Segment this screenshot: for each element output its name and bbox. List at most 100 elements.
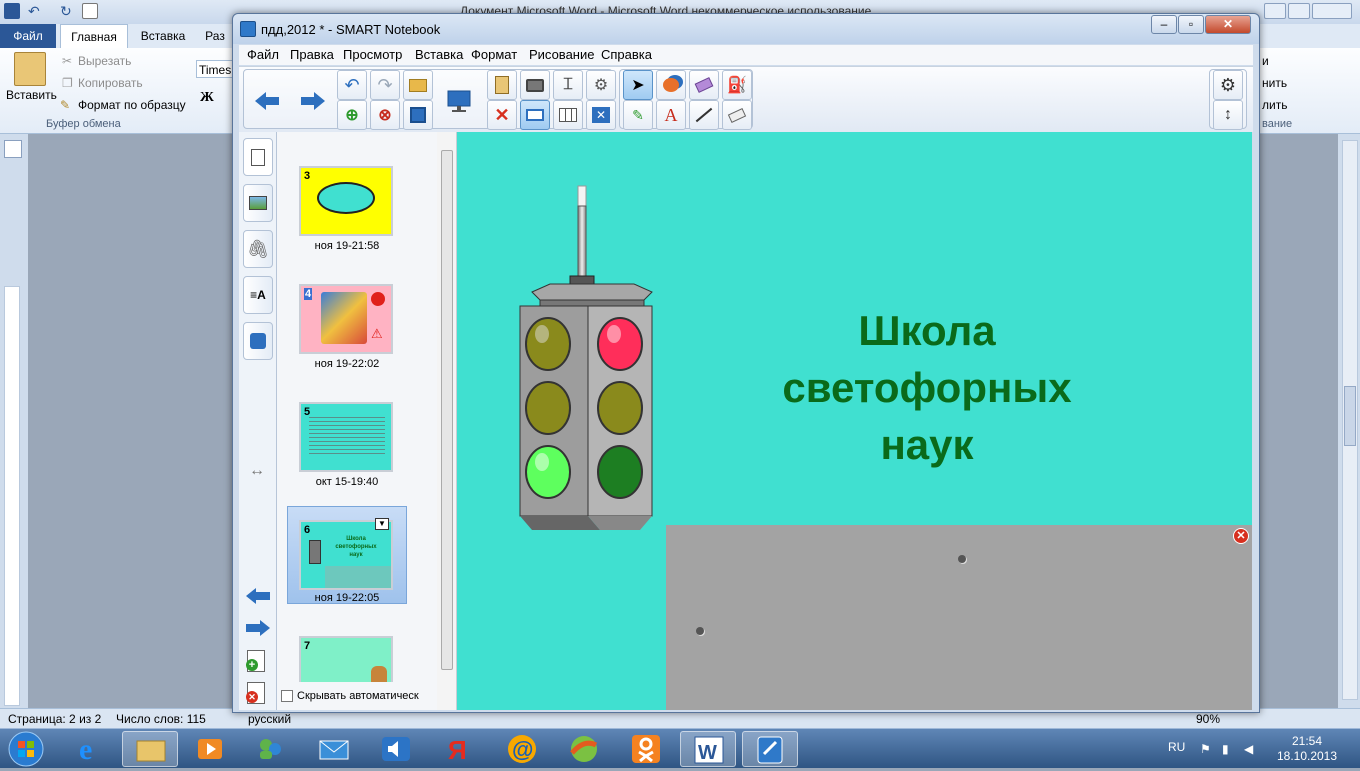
previous-page-button[interactable] (249, 83, 285, 119)
pens-tool-button[interactable]: ✎ (623, 100, 653, 130)
addons-tab[interactable] (243, 322, 273, 360)
word-app-icon[interactable] (4, 3, 20, 19)
page-thumbnail-6[interactable]: 6 Школа светофорных наук (299, 520, 393, 590)
tray-volume-icon[interactable]: ◀ (1244, 742, 1253, 756)
delete-button[interactable]: ✕ (487, 100, 517, 130)
word-close-button[interactable] (1312, 3, 1352, 19)
resize-arrows-icon[interactable]: ↔ (249, 462, 265, 480)
cut-button[interactable]: Вырезать (78, 54, 131, 68)
tray-clock[interactable]: 21:54 18.10.2013 (1272, 734, 1342, 764)
menu-format[interactable]: Формат (471, 47, 517, 62)
fill-tool-button[interactable]: ⛽ (722, 70, 752, 100)
attachments-tab[interactable]: 🖇 (243, 230, 273, 268)
open-file-button[interactable] (403, 70, 433, 100)
gallery-tab[interactable] (243, 184, 273, 222)
paste-tool-button[interactable] (487, 70, 517, 100)
word-scroll-thumb[interactable] (1344, 386, 1356, 446)
notebook-maximize-button[interactable]: ▫ (1178, 15, 1204, 34)
slide-canvas[interactable]: Школа светофорных наук ✕ (457, 132, 1252, 710)
paste-icon[interactable] (14, 52, 46, 86)
shade-close-icon[interactable]: ✕ (1233, 528, 1249, 544)
status-page[interactable]: Страница: 2 из 2 (8, 712, 101, 726)
next-page-button[interactable] (295, 83, 331, 119)
show-hide-shade-button[interactable] (520, 100, 550, 130)
measurement-tools-button[interactable]: ⚙ (586, 70, 616, 100)
autohide-checkbox[interactable] (281, 690, 293, 702)
shapes-tool-button[interactable] (656, 70, 686, 100)
mailru-taskbar-icon[interactable]: @ (494, 731, 550, 767)
word-vertical-scrollbar[interactable] (1342, 140, 1358, 700)
screen-shade[interactable] (666, 525, 1252, 710)
shade-handle-top[interactable] (958, 555, 966, 563)
tab-insert[interactable]: Вставка (130, 24, 196, 48)
select-tool-button[interactable]: ➤ (623, 70, 653, 100)
properties-tab[interactable]: ≡A (243, 276, 273, 314)
fullscreen-button[interactable] (439, 81, 479, 121)
redo-button[interactable]: ↷ (370, 70, 400, 100)
menu-help[interactable]: Справка (601, 47, 652, 62)
bold-button[interactable]: Ж (200, 90, 214, 106)
paste-button[interactable]: Вставить (6, 88, 57, 102)
text-tool-button[interactable]: A (656, 100, 686, 130)
word-taskbar-icon[interactable]: W (680, 731, 736, 767)
copy-button[interactable]: Копировать (78, 76, 143, 90)
insert-table-button[interactable] (553, 100, 583, 130)
menu-view[interactable]: Просмотр (343, 47, 402, 62)
ie-taskbar-icon[interactable]: e (62, 731, 118, 767)
sorter-previous-button[interactable] (245, 586, 271, 609)
line-tool-button[interactable] (689, 100, 719, 130)
start-button[interactable] (2, 730, 52, 768)
redo-icon[interactable]: ↻ (60, 3, 76, 19)
page-sorter-tab[interactable] (243, 138, 273, 176)
tab-home[interactable]: Главная (60, 24, 128, 48)
sound-taskbar-icon[interactable] (368, 731, 424, 767)
quick-print-icon[interactable] (82, 3, 98, 19)
notebook-minimize-button[interactable]: – (1151, 15, 1177, 34)
status-zoom[interactable]: 90% (1196, 712, 1220, 726)
page-vertical-scrollbar[interactable] (437, 132, 457, 710)
undo-icon[interactable]: ↶ (28, 3, 44, 19)
magic-pen-button[interactable] (689, 70, 719, 100)
undo-button[interactable]: ↶ (337, 70, 367, 100)
toolbar-move-button[interactable]: ↕ (1213, 100, 1243, 130)
ruler-toggle-icon[interactable] (4, 140, 22, 158)
explorer-taskbar-icon[interactable] (122, 731, 178, 767)
slide-title[interactable]: Школа светофорных наук (757, 302, 1097, 473)
screen-capture-button[interactable] (520, 70, 550, 100)
notebook-app-icon[interactable] (240, 21, 256, 37)
shade-handle-left[interactable] (696, 627, 704, 635)
tray-flag-icon[interactable]: ⚑ (1200, 742, 1211, 756)
mail-taskbar-icon[interactable] (306, 731, 362, 767)
status-words[interactable]: Число слов: 115 (116, 712, 206, 726)
status-language[interactable]: русский (248, 712, 291, 726)
menu-edit[interactable]: Правка (290, 47, 334, 62)
menu-file[interactable]: Файл (247, 47, 279, 62)
tab-layout[interactable]: Раз (200, 24, 230, 48)
toolbar-settings-button[interactable]: ⚙ (1213, 70, 1243, 100)
format-painter-button[interactable]: Формат по образцу (78, 98, 186, 112)
page-thumbnail-4[interactable]: 4 ⚠ (299, 284, 393, 354)
tray-language[interactable]: RU (1168, 740, 1185, 754)
sorter-add-page-button[interactable]: + (246, 650, 265, 672)
word-minimize-button[interactable] (1264, 3, 1286, 19)
page-menu-dropdown-icon[interactable]: ▼ (375, 518, 389, 530)
menu-draw[interactable]: Рисование (529, 47, 594, 62)
page-scroll-thumb[interactable] (441, 150, 453, 670)
media-player-taskbar-icon[interactable] (182, 731, 238, 767)
screen-shade-button[interactable]: ⌶ (553, 70, 583, 100)
notebook-taskbar-icon[interactable] (742, 731, 798, 767)
sorter-delete-page-button[interactable]: ✕ (246, 682, 265, 704)
page-thumbnail-3[interactable]: 3 (299, 166, 393, 236)
add-page-button[interactable]: ⊕ (337, 100, 367, 130)
delete-page-button[interactable]: ⊗ (370, 100, 400, 130)
save-button[interactable] (403, 100, 433, 130)
word-maximize-button[interactable] (1288, 3, 1310, 19)
messenger-taskbar-icon[interactable] (242, 731, 298, 767)
page-thumbnail-7[interactable]: 7 (299, 636, 393, 682)
dual-page-button[interactable]: ✕ (586, 100, 616, 130)
sorter-next-button[interactable] (245, 618, 271, 641)
menu-insert[interactable]: Вставка (415, 47, 463, 62)
font-name-field[interactable]: Times N (196, 60, 236, 78)
notebook-close-button[interactable]: ✕ (1205, 15, 1251, 34)
tab-file[interactable]: Файл (0, 24, 56, 48)
